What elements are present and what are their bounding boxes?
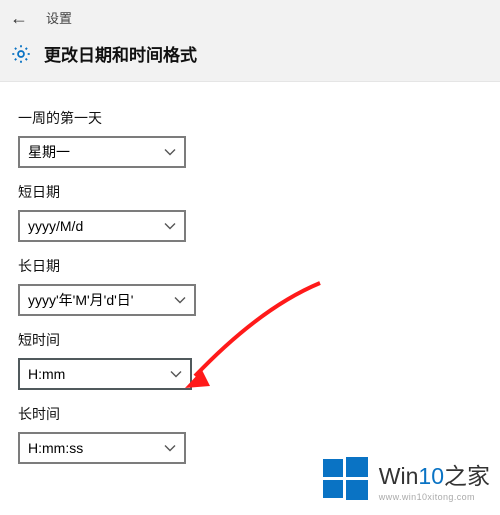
- combo-first-day[interactable]: 星期一: [18, 136, 186, 168]
- page-title: 更改日期和时间格式: [44, 41, 197, 66]
- combo-long-time[interactable]: H:mm:ss: [18, 432, 186, 464]
- watermark: Win10之家 www.win10xitong.com: [319, 453, 490, 505]
- chevron-down-icon: [164, 146, 176, 158]
- chevron-down-icon: [170, 368, 182, 380]
- settings-crumb[interactable]: 设置: [46, 8, 72, 27]
- chevron-down-icon: [174, 294, 186, 306]
- combo-long-date[interactable]: yyyy'年'M'月'd'日': [18, 284, 196, 316]
- chevron-down-icon: [164, 220, 176, 232]
- combo-long-date-value: yyyy'年'M'月'd'日': [28, 290, 134, 310]
- label-first-day: 一周的第一天: [18, 108, 482, 128]
- watermark-title: Win10之家: [379, 457, 490, 491]
- combo-short-time[interactable]: H:mm: [18, 358, 192, 390]
- header-bar: ← 设置 更改日期和时间格式: [0, 0, 500, 82]
- combo-first-day-value: 星期一: [28, 142, 70, 162]
- label-short-time: 短时间: [18, 330, 482, 350]
- combo-long-time-value: H:mm:ss: [28, 440, 83, 456]
- content-area: 一周的第一天 星期一 短日期 yyyy/M/d 长日期 yyyy'年'M'月'd…: [0, 82, 500, 484]
- combo-short-time-value: H:mm: [28, 366, 65, 382]
- label-long-time: 长时间: [18, 404, 482, 424]
- watermark-url: www.win10xitong.com: [379, 492, 490, 502]
- label-short-date: 短日期: [18, 182, 482, 202]
- label-long-date: 长日期: [18, 256, 482, 276]
- combo-short-date-value: yyyy/M/d: [28, 218, 83, 234]
- field-first-day: 一周的第一天 星期一: [18, 108, 482, 168]
- field-long-date: 长日期 yyyy'年'M'月'd'日': [18, 256, 482, 316]
- combo-short-date[interactable]: yyyy/M/d: [18, 210, 186, 242]
- field-short-time: 短时间 H:mm: [18, 330, 482, 390]
- gear-icon: [10, 43, 32, 65]
- back-button[interactable]: ←: [10, 9, 28, 27]
- chevron-down-icon: [164, 442, 176, 454]
- field-short-date: 短日期 yyyy/M/d: [18, 182, 482, 242]
- windows-logo-icon: [319, 453, 371, 505]
